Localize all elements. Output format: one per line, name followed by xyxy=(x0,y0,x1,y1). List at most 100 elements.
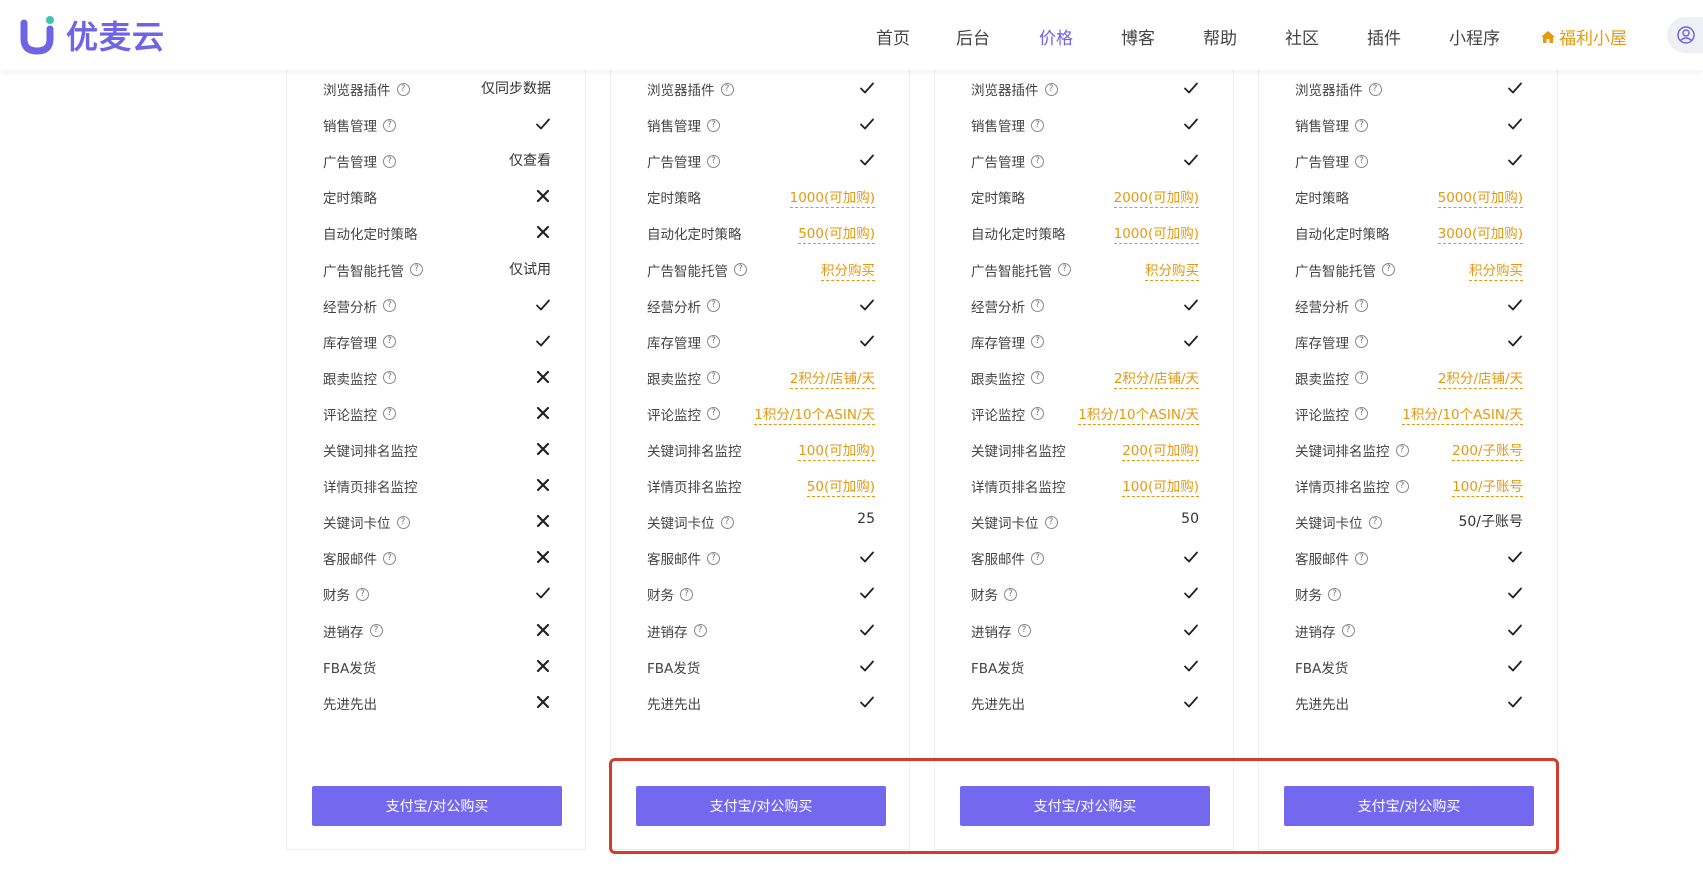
help-icon[interactable]: ? xyxy=(1355,299,1368,313)
feature-row: 详情页排名监控 50(可加购) xyxy=(611,467,911,503)
help-icon[interactable]: ? xyxy=(1031,299,1044,313)
quota-link[interactable]: 积分购买 xyxy=(1469,259,1523,281)
help-icon[interactable]: ? xyxy=(1004,587,1017,601)
feature-row: 广告智能托管? 积分购买 xyxy=(1259,251,1559,287)
help-icon[interactable]: ? xyxy=(383,118,396,132)
quota-link[interactable]: 1积分/10个ASIN/天 xyxy=(1078,403,1199,425)
feature-row: FBA发货 xyxy=(611,648,911,684)
help-icon[interactable]: ? xyxy=(1031,118,1044,132)
check-icon xyxy=(860,551,874,563)
quota-link[interactable]: 100(可加购) xyxy=(798,439,875,461)
quota-link[interactable]: 积分购买 xyxy=(1145,259,1199,281)
help-icon[interactable]: ? xyxy=(680,587,693,601)
help-icon[interactable]: ? xyxy=(707,371,720,385)
help-icon[interactable]: ? xyxy=(1355,371,1368,385)
help-icon[interactable]: ? xyxy=(720,515,734,529)
quota-link[interactable]: 100/子账号 xyxy=(1452,475,1523,498)
help-icon[interactable]: ? xyxy=(1395,479,1409,493)
help-icon[interactable]: ? xyxy=(1031,407,1044,421)
help-icon[interactable]: ? xyxy=(1368,515,1382,529)
feature-label: 广告管理 xyxy=(323,155,377,172)
quota-link[interactable]: 200(可加购) xyxy=(1122,439,1199,461)
cross-icon xyxy=(536,695,550,708)
quota-link[interactable]: 1积分/10个ASIN/天 xyxy=(754,403,875,425)
help-icon[interactable]: ? xyxy=(1017,624,1031,637)
help-icon[interactable]: ? xyxy=(383,299,396,313)
help-icon[interactable]: ? xyxy=(1328,587,1341,601)
help-icon[interactable]: ? xyxy=(383,371,396,385)
quota-link[interactable]: 1000(可加购) xyxy=(789,186,875,209)
help-icon[interactable]: ? xyxy=(383,407,396,421)
feature-label: 关键词排名监控 xyxy=(323,444,418,460)
help-icon[interactable]: ? xyxy=(1355,335,1368,349)
help-icon[interactable]: ? xyxy=(1368,82,1382,96)
feature-row: FBA发货 xyxy=(287,648,587,684)
quota-link[interactable]: 50(可加购) xyxy=(806,475,875,498)
nav-blog[interactable]: 博客 xyxy=(1121,24,1155,49)
help-icon[interactable]: ? xyxy=(707,335,720,349)
quota-link[interactable]: 100(可加购) xyxy=(1122,475,1199,498)
nav-welfare[interactable]: 福利小屋 xyxy=(1540,24,1627,49)
help-icon[interactable]: ? xyxy=(356,587,369,601)
quota-link[interactable]: 1000(可加购) xyxy=(1113,222,1199,245)
quota-link[interactable]: 1积分/10个ASIN/天 xyxy=(1402,403,1523,425)
help-icon[interactable]: ? xyxy=(707,551,720,565)
buy-button[interactable]: 支付宝/对公购买 xyxy=(636,786,886,826)
help-icon[interactable]: ? xyxy=(1382,263,1395,276)
help-icon[interactable]: ? xyxy=(1355,407,1368,421)
help-icon[interactable]: ? xyxy=(693,624,707,637)
help-icon[interactable]: ? xyxy=(383,335,396,349)
feature-row: 库存管理? xyxy=(1259,323,1559,359)
quota-link[interactable]: 2000(可加购) xyxy=(1113,186,1199,209)
nav-home[interactable]: 首页 xyxy=(876,24,910,49)
help-icon[interactable]: ? xyxy=(1031,371,1044,385)
user-avatar[interactable] xyxy=(1667,17,1703,53)
help-icon[interactable]: ? xyxy=(707,118,720,132)
help-icon[interactable]: ? xyxy=(1355,154,1368,168)
help-icon[interactable]: ? xyxy=(383,154,396,168)
help-icon[interactable]: ? xyxy=(410,263,423,276)
feature-name: 销售管理? xyxy=(323,115,396,135)
help-icon[interactable]: ? xyxy=(1031,154,1044,168)
help-icon[interactable]: ? xyxy=(396,82,410,96)
help-icon[interactable]: ? xyxy=(1341,624,1355,637)
help-icon[interactable]: ? xyxy=(1044,82,1058,96)
feature-value: 仅查看 xyxy=(509,153,551,170)
help-icon[interactable]: ? xyxy=(1058,263,1071,276)
help-icon[interactable]: ? xyxy=(707,407,720,421)
quota-link[interactable]: 5000(可加购) xyxy=(1437,186,1523,209)
help-icon[interactable]: ? xyxy=(707,299,720,313)
feature-row: 进销存? xyxy=(611,612,911,648)
nav-community[interactable]: 社区 xyxy=(1285,24,1319,49)
check-icon xyxy=(1508,624,1522,635)
buy-button[interactable]: 支付宝/对公购买 xyxy=(312,786,562,826)
quota-link[interactable]: 3000(可加购) xyxy=(1437,222,1523,245)
help-icon[interactable]: ? xyxy=(1044,515,1058,529)
help-icon[interactable]: ? xyxy=(707,154,720,168)
nav-help[interactable]: 帮助 xyxy=(1203,24,1237,49)
nav-pricing[interactable]: 价格 xyxy=(1039,24,1073,49)
help-icon[interactable]: ? xyxy=(383,551,396,565)
help-icon[interactable]: ? xyxy=(720,82,734,96)
quota-link[interactable]: 200/子账号 xyxy=(1452,439,1523,461)
quota-link[interactable]: 2积分/店铺/天 xyxy=(1437,367,1523,389)
help-icon[interactable]: ? xyxy=(734,263,747,276)
nav-miniprogram[interactable]: 小程序 xyxy=(1449,24,1500,49)
help-icon[interactable]: ? xyxy=(1355,551,1368,565)
feature-name: 先进先出 xyxy=(1295,693,1349,713)
help-icon[interactable]: ? xyxy=(1355,118,1368,132)
quota-link[interactable]: 500(可加购) xyxy=(798,222,875,245)
help-icon[interactable]: ? xyxy=(1395,443,1409,457)
quota-link[interactable]: 2积分/店铺/天 xyxy=(1113,367,1199,389)
quota-link[interactable]: 2积分/店铺/天 xyxy=(789,367,875,389)
nav-plugins[interactable]: 插件 xyxy=(1367,24,1401,49)
help-icon[interactable]: ? xyxy=(1031,551,1044,565)
help-icon[interactable]: ? xyxy=(369,624,383,637)
help-icon[interactable]: ? xyxy=(396,515,410,529)
buy-button[interactable]: 支付宝/对公购买 xyxy=(960,786,1210,826)
nav-dashboard[interactable]: 后台 xyxy=(956,24,990,49)
quota-link[interactable]: 积分购买 xyxy=(821,259,875,281)
feature-label: 财务 xyxy=(1295,588,1322,605)
buy-button[interactable]: 支付宝/对公购买 xyxy=(1284,786,1534,826)
help-icon[interactable]: ? xyxy=(1031,335,1044,349)
